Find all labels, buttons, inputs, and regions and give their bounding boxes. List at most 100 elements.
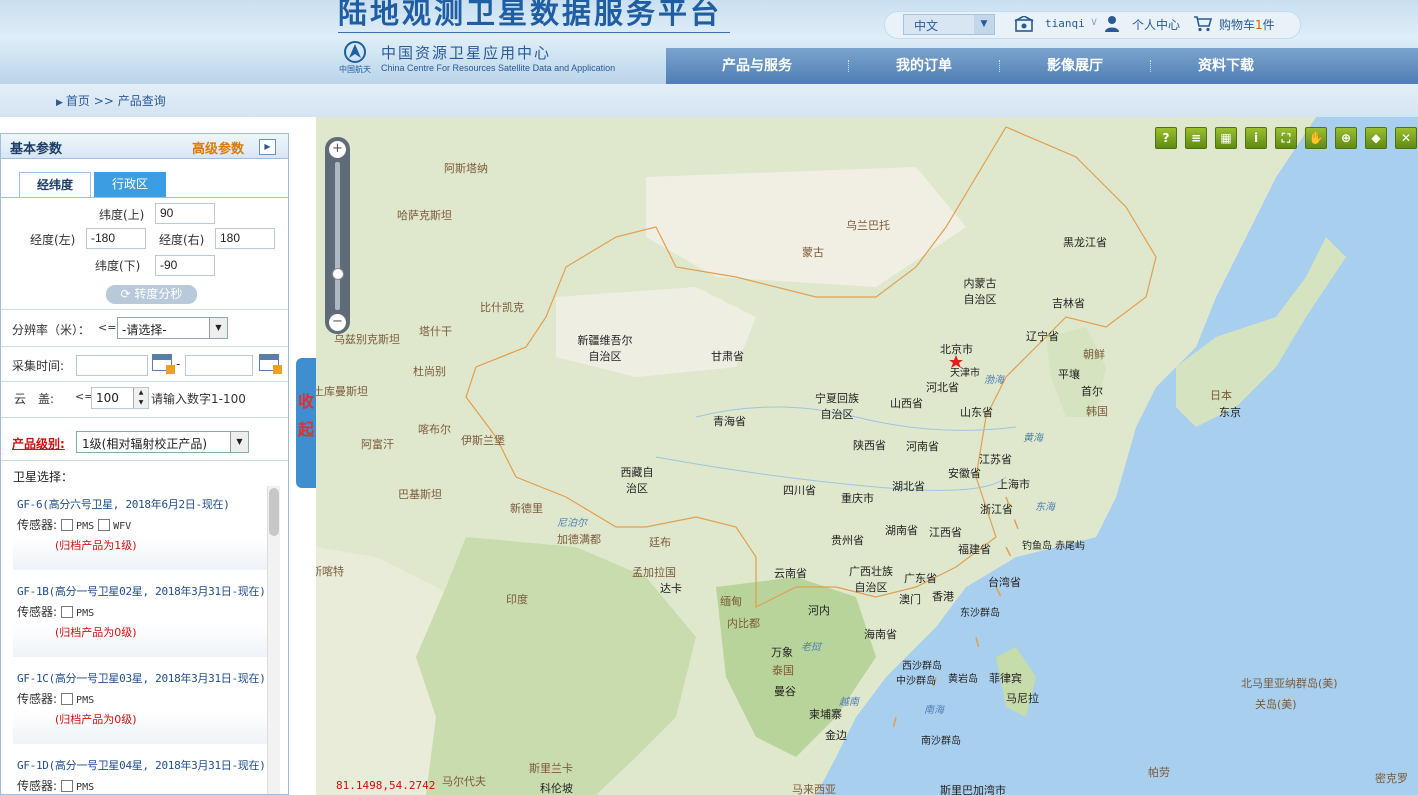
map-label: 赤尾屿: [1055, 541, 1085, 552]
tab-underline: [1, 197, 288, 198]
sensor-checkbox[interactable]: [61, 606, 74, 618]
sensor-name: PMS: [76, 608, 95, 619]
time-label: 采集时间:: [12, 359, 65, 373]
refresh-icon: ⟳: [120, 287, 135, 301]
satellite-list-scrollbar[interactable]: [267, 486, 280, 794]
map-canvas[interactable]: 阿斯塔纳 哈萨克斯坦 乌兰巴托 蒙古 黑龙江省 内蒙古自治区 吉林省 辽宁省 比…: [316, 117, 1418, 795]
map-label: 北马里亚纳群岛(美): [1241, 677, 1338, 690]
end-date-input[interactable]: [185, 355, 253, 376]
collapse-panel-button[interactable]: 收起: [296, 358, 316, 488]
map-label: 首尔: [1081, 385, 1103, 398]
satellite-list: GF-6(高分六号卫星, 2018年6月2日-现在) 传感器: PMS WFV (归…: [13, 486, 268, 794]
resolution-select[interactable]: -请选择- ▼: [117, 317, 228, 339]
sensor-checkbox[interactable]: [61, 519, 74, 531]
locate-icon[interactable]: ⊕: [1335, 127, 1357, 149]
zoom-out-icon[interactable]: −: [329, 314, 346, 331]
cart-link[interactable]: 购物车1件: [1219, 16, 1275, 33]
clear-icon[interactable]: ✕: [1395, 127, 1417, 149]
fullscreen-icon[interactable]: ⛶: [1275, 127, 1297, 149]
resolution-value: -请选择-: [122, 323, 167, 337]
map-label: 杜尚别: [413, 365, 446, 378]
lat-bottom-input[interactable]: -90: [155, 255, 215, 276]
map-label: 乌兹别克斯坦: [334, 333, 400, 346]
home-user-icon: [1014, 16, 1034, 32]
satellite-name[interactable]: GF-6(高分六号卫星, 2018年6月2日-现在): [17, 496, 230, 512]
layers-icon[interactable]: ≡: [1185, 127, 1207, 149]
convert-dms-button[interactable]: ⟳ 转度分秒: [106, 285, 197, 304]
product-level-label[interactable]: 产品级别:: [12, 435, 65, 452]
cart-suffix: 件: [1262, 18, 1275, 32]
nav-image-gallery[interactable]: 影像展厅: [1000, 48, 1150, 84]
help-icon[interactable]: ?: [1155, 127, 1177, 149]
lon-right-label: 经度(右): [159, 233, 205, 247]
map-label: 曼谷: [774, 685, 796, 698]
nav-downloads[interactable]: 资料下载: [1151, 48, 1301, 84]
start-date-input[interactable]: [76, 355, 148, 376]
map-label: 柬埔寨: [809, 708, 842, 721]
header: 陆地观测卫星数据服务平台 中国航天 中国资源卫星应用中心 China Centr…: [0, 0, 1418, 84]
tab-lat-lon[interactable]: 经纬度: [19, 172, 91, 198]
lon-left-input[interactable]: -180: [86, 228, 146, 249]
map-label: 江西省: [929, 526, 962, 539]
username-link[interactable]: tianqi: [1045, 17, 1085, 30]
sensor-label: 传感器:: [17, 605, 58, 619]
row-divider: [1, 346, 288, 347]
map-label: 马斯喀特: [316, 565, 344, 578]
pan-hand-icon[interactable]: ✋: [1305, 127, 1327, 149]
lat-top-input[interactable]: 90: [155, 203, 215, 224]
map-label: 福建省: [958, 543, 991, 556]
calendar-icon[interactable]: [259, 354, 282, 374]
sensor-checkbox[interactable]: [61, 780, 74, 792]
tab-admin-region[interactable]: 行政区: [94, 172, 166, 197]
map-label: 湖南省: [885, 524, 918, 537]
map-label: 斯里巴加湾市: [940, 784, 1006, 795]
map-label: 四川省: [783, 484, 816, 497]
map-label: 马尔代夫: [442, 775, 486, 788]
archive-note: (归档产品为0级): [55, 713, 137, 726]
org-name-cn: 中国资源卫星应用中心: [381, 44, 552, 62]
resolution-label: 分辨率（米）：: [12, 323, 91, 337]
map-label: 河南省: [906, 440, 939, 453]
info-icon[interactable]: i: [1245, 127, 1267, 149]
sensor-checkbox[interactable]: [98, 519, 111, 531]
zoom-in-icon[interactable]: +: [329, 141, 346, 158]
nav-products-services[interactable]: 产品与服务: [666, 48, 848, 84]
map-label: 东海: [1035, 502, 1055, 513]
map-label: 西沙群岛: [902, 661, 942, 672]
spinner-arrows-icon[interactable]: ▲ ▼: [133, 388, 148, 408]
language-select[interactable]: 中文 ▼: [903, 14, 995, 35]
product-level-select[interactable]: 1级(相对辐射校正产品) ▼: [76, 431, 249, 453]
sensor-name: PMS: [76, 521, 95, 532]
search-panel: 基本参数 高级参数 ▶ 经纬度 行政区 纬度(上) 90 经度(左) -180 …: [0, 133, 289, 795]
map-label: 哈萨克斯坦: [397, 209, 452, 222]
map-label: 喀布尔: [418, 423, 451, 436]
grid-icon[interactable]: ▦: [1215, 127, 1237, 149]
map-label: 平壤: [1058, 368, 1080, 381]
satellite-name[interactable]: GF-1B(高分一号卫星02星, 2018年3月31日-现在): [17, 583, 266, 599]
cart-prefix: 购物车: [1219, 18, 1256, 32]
zoom-slider-track[interactable]: [335, 162, 340, 310]
sensor-label: 传感器:: [17, 779, 58, 793]
map-label: 朝鲜: [1083, 348, 1105, 361]
calendar-icon[interactable]: [152, 354, 175, 374]
expand-arrow-icon[interactable]: ▶: [259, 139, 276, 155]
sensor-checkbox[interactable]: [61, 693, 74, 705]
satellite-item: GF-6(高分六号卫星, 2018年6月2日-现在) 传感器: PMS WFV (归…: [13, 486, 268, 570]
cloud-input[interactable]: 100 ▲ ▼: [91, 387, 149, 409]
scrollbar-thumb[interactable]: [269, 488, 279, 536]
satellite-name[interactable]: GF-1D(高分一号卫星04星, 2018年3月31日-现在): [17, 757, 266, 773]
lon-right-input[interactable]: 180: [215, 228, 275, 249]
map-label: 蒙古: [802, 246, 824, 259]
personal-center-link[interactable]: 个人中心: [1132, 16, 1180, 33]
zoom-slider-handle[interactable]: [332, 268, 344, 280]
map-label: 香港: [932, 590, 954, 603]
polygon-draw-icon[interactable]: ◆: [1365, 127, 1387, 149]
cart-icon: [1194, 16, 1213, 32]
map-label: 加德满都: [557, 533, 601, 546]
nav-my-orders[interactable]: 我的订单: [849, 48, 999, 84]
satellite-name[interactable]: GF-1C(高分一号卫星03星, 2018年3月31日-现在): [17, 670, 266, 686]
breadcrumb-current: 产品查询: [117, 94, 166, 108]
breadcrumb-home[interactable]: 首页: [66, 94, 90, 108]
username-chevron-icon[interactable]: ∨: [1090, 15, 1098, 28]
advanced-params-link[interactable]: 高级参数: [192, 138, 244, 157]
